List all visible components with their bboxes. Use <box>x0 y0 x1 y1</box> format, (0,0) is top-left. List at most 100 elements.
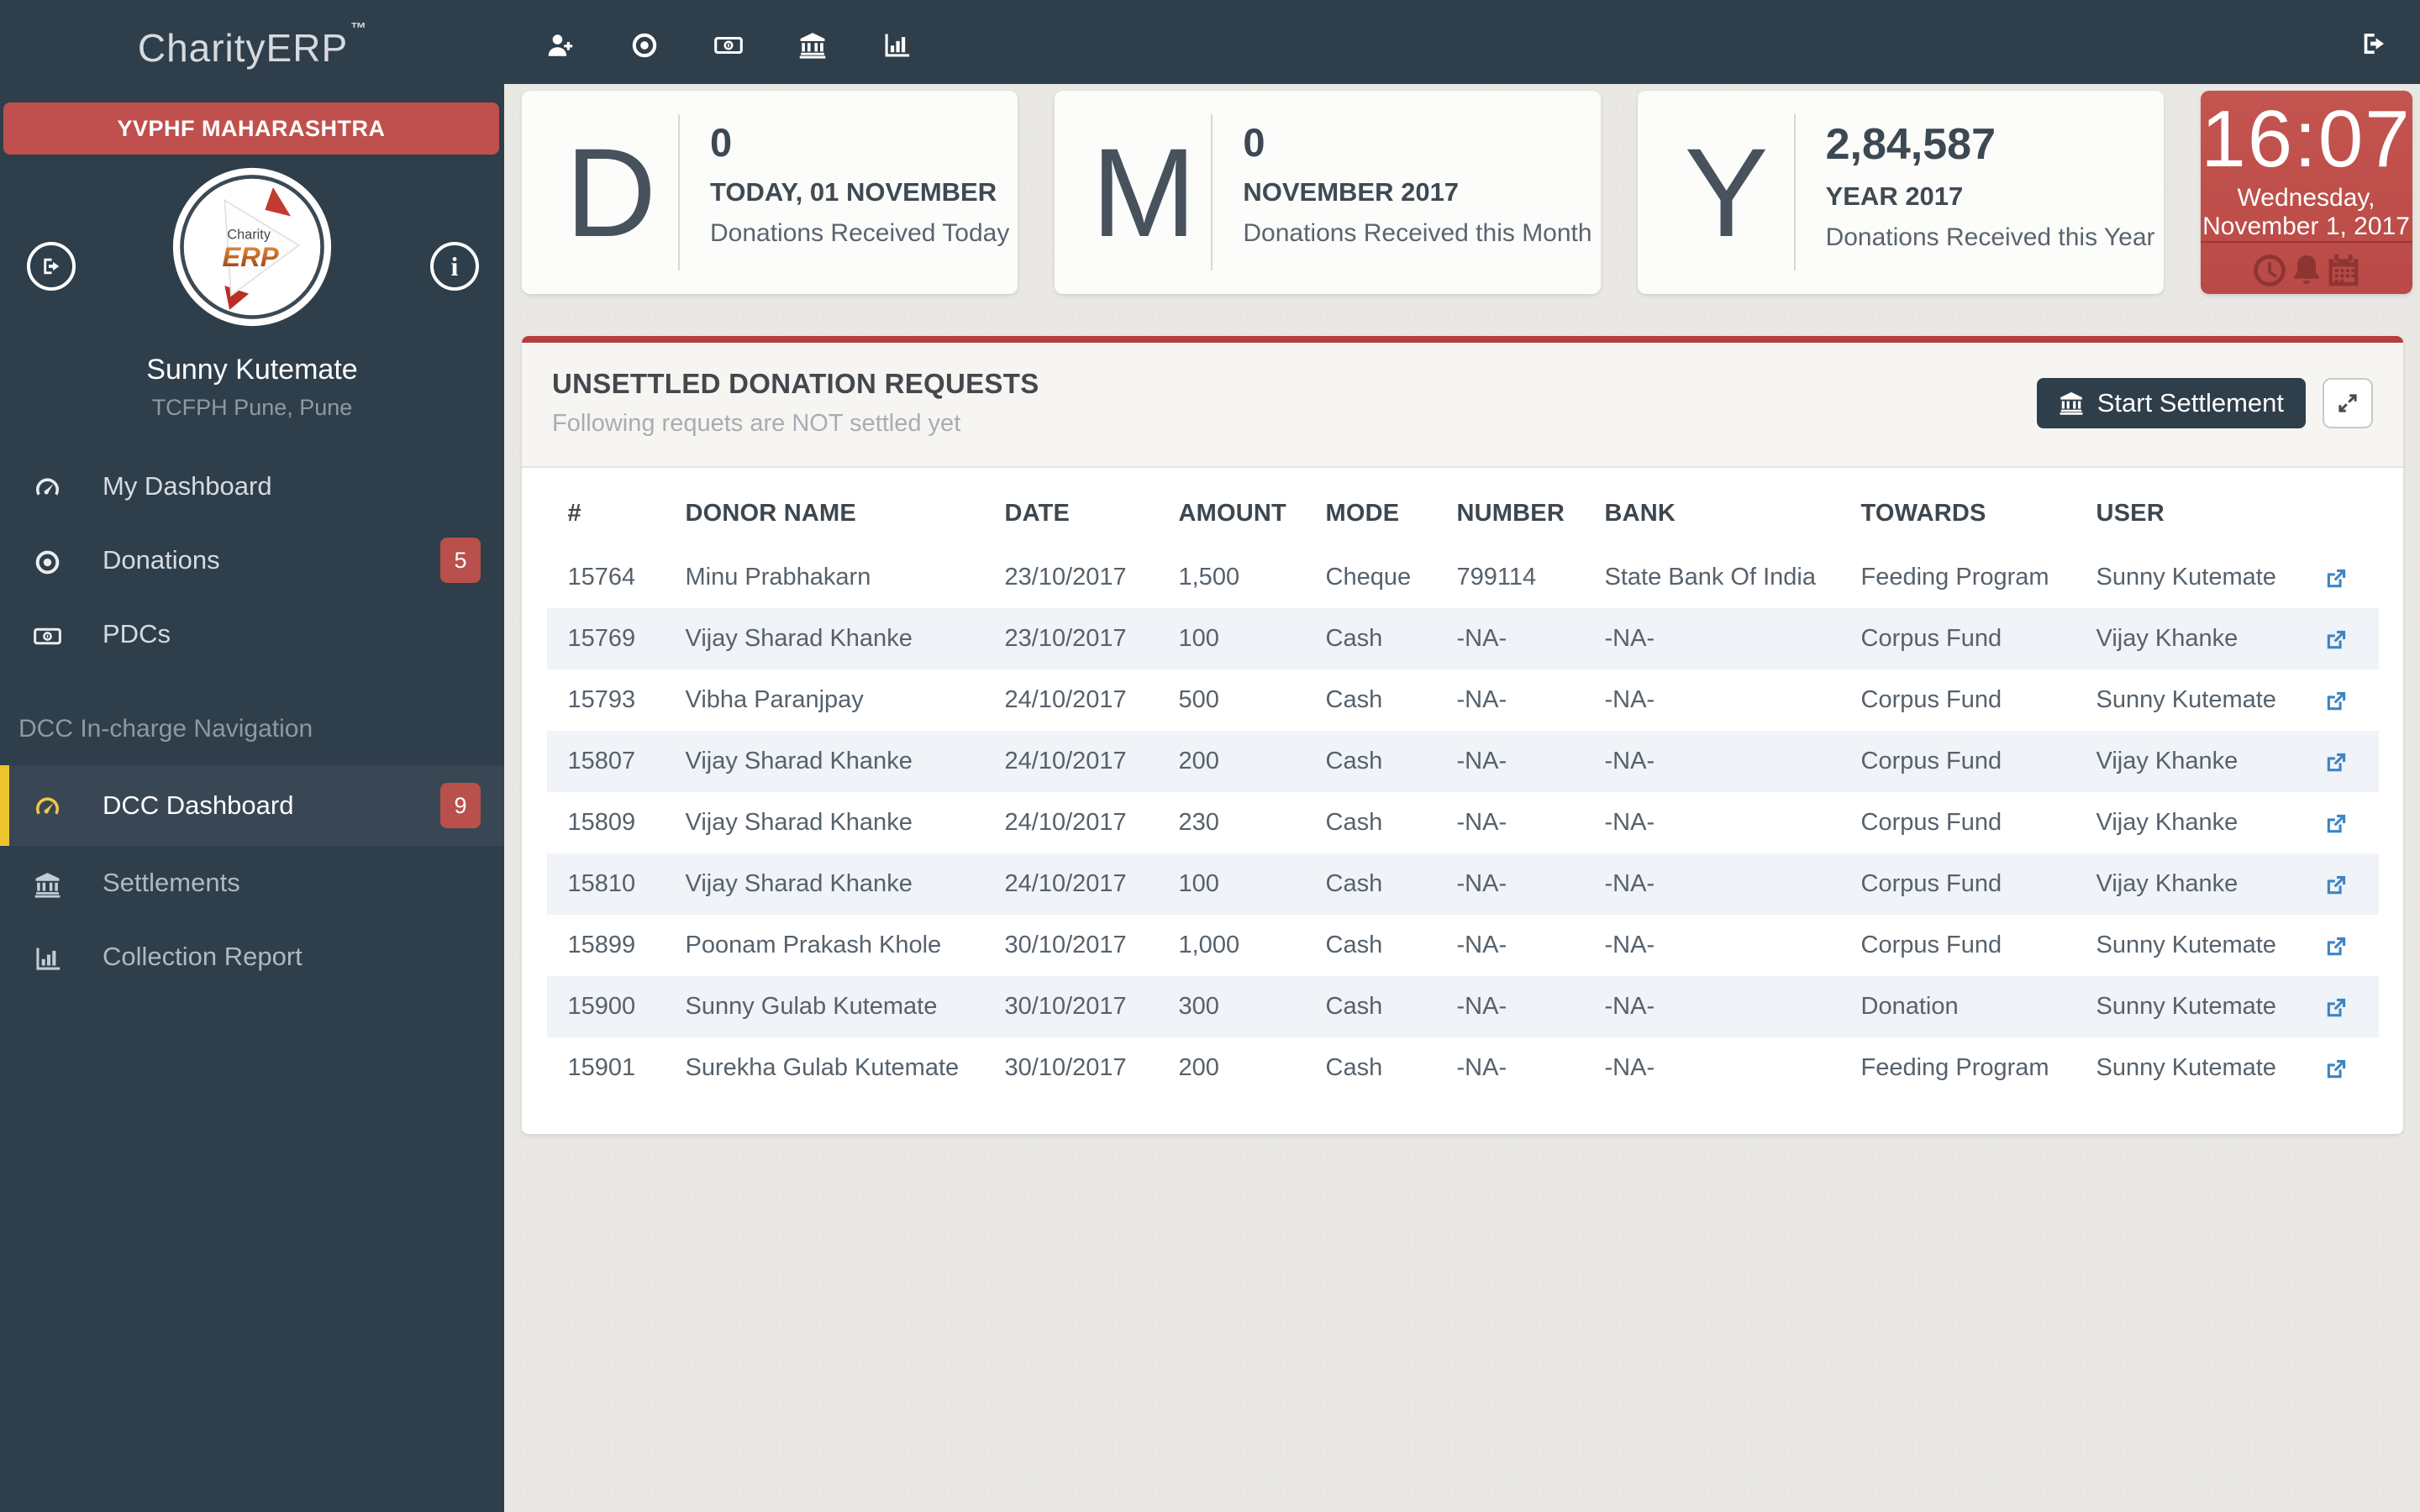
bar-chart-icon[interactable] <box>882 28 911 56</box>
clock-icon[interactable] <box>2251 247 2288 289</box>
column-header: MODE <box>1305 480 1436 547</box>
table-cell: 30/10/2017 <box>984 976 1158 1037</box>
table-row: 15809Vijay Sharad Khanke24/10/2017230Cas… <box>547 792 2379 853</box>
table-cell-actions <box>2302 731 2379 792</box>
table-cell: 1,000 <box>1158 915 1305 976</box>
dcc-count-badge: 9 <box>440 783 481 828</box>
bank-icon[interactable] <box>798 28 827 56</box>
app-logo: CharityERP ™ <box>0 13 504 71</box>
open-request-link[interactable] <box>2323 869 2349 899</box>
table-cell: 15809 <box>547 792 665 853</box>
table-cell: -NA- <box>1584 731 1840 792</box>
logout-button[interactable] <box>27 242 76 291</box>
table-cell: -NA- <box>1584 608 1840 669</box>
panel-title: UNSETTLED DONATION REQUESTS <box>552 368 1039 400</box>
open-request-link[interactable] <box>2323 685 2349 715</box>
table-cell: -NA- <box>1436 608 1584 669</box>
calendar-icon[interactable] <box>2325 247 2362 289</box>
money-icon[interactable] <box>714 28 743 56</box>
table-row: 15769Vijay Sharad Khanke23/10/2017100Cas… <box>547 608 2379 669</box>
table-cell: Corpus Fund <box>1840 853 2075 915</box>
table-cell: State Bank Of India <box>1584 547 1840 608</box>
circle-dot-icon[interactable] <box>630 28 659 56</box>
stat-subtitle: Donations Received this Year <box>1826 223 2155 252</box>
sidebar-item-settlements[interactable]: Settlements <box>0 846 504 920</box>
sidebar-item-collection-report[interactable]: Collection Report <box>0 920 504 994</box>
table-row: 15810Vijay Sharad Khanke24/10/2017100Cas… <box>547 853 2379 915</box>
table-cell: Vijay Sharad Khanke <box>665 853 984 915</box>
top-nav <box>504 28 911 56</box>
table-cell: -NA- <box>1584 915 1840 976</box>
table-cell: 799114 <box>1436 547 1584 608</box>
sidebar-item-dcc-dashboard[interactable]: DCC Dashboard 9 <box>0 765 504 846</box>
table-cell: 15900 <box>547 976 665 1037</box>
table-cell: 200 <box>1158 1037 1305 1099</box>
donations-count-badge: 5 <box>440 538 481 583</box>
stat-subtitle: Donations Received Today <box>710 219 1009 248</box>
table-cell: Vijay Sharad Khanke <box>665 608 984 669</box>
table-cell-actions <box>2302 669 2379 731</box>
sidebar-item-my-dashboard[interactable]: My Dashboard <box>0 449 504 523</box>
open-request-link[interactable] <box>2323 1053 2349 1083</box>
table-cell: Cash <box>1305 853 1436 915</box>
table-cell: Vijay Khanke <box>2075 853 2302 915</box>
table-cell: Cash <box>1305 669 1436 731</box>
stat-value: 0 <box>1243 119 1591 165</box>
external-link-icon <box>2323 689 2349 715</box>
table-row: 15900Sunny Gulab Kutemate30/10/2017300Ca… <box>547 976 2379 1037</box>
open-request-link[interactable] <box>2323 931 2349 960</box>
dashboard-icon <box>34 790 71 822</box>
unsettled-requests-panel: UNSETTLED DONATION REQUESTS Following re… <box>522 336 2403 1134</box>
stat-value: 0 <box>710 119 1009 165</box>
open-request-link[interactable] <box>2323 992 2349 1021</box>
info-icon: i <box>451 253 459 280</box>
table-cell: Feeding Program <box>1840 1037 2075 1099</box>
table-cell-actions <box>2302 608 2379 669</box>
table-cell: Corpus Fund <box>1840 915 2075 976</box>
table-cell: Vijay Khanke <box>2075 608 2302 669</box>
table-cell: Cash <box>1305 915 1436 976</box>
org-banner: YVPHF MAHARASHTRA <box>3 102 499 155</box>
external-link-icon <box>2323 873 2349 899</box>
sidebar-item-label: Donations <box>103 545 220 575</box>
table-cell: -NA- <box>1436 669 1584 731</box>
stat-letter: M <box>1076 129 1211 255</box>
table-cell: Corpus Fund <box>1840 792 2075 853</box>
table-cell-actions <box>2302 547 2379 608</box>
open-request-link[interactable] <box>2323 624 2349 654</box>
open-request-link[interactable] <box>2323 563 2349 592</box>
sidebar-item-label: Settlements <box>103 868 240 898</box>
open-request-link[interactable] <box>2323 747 2349 776</box>
external-link-icon <box>2323 750 2349 776</box>
column-header: TOWARDS <box>1840 480 2075 547</box>
table-cell: 15793 <box>547 669 665 731</box>
user-plus-icon[interactable] <box>546 28 575 56</box>
expand-panel-button[interactable] <box>2323 378 2373 428</box>
open-request-link[interactable] <box>2323 808 2349 837</box>
table-cell: -NA- <box>1584 976 1840 1037</box>
unsettled-requests-table: #DONOR NAMEDATEAMOUNTMODENUMBERBANKTOWAR… <box>547 480 2379 1099</box>
table-row: 15807Vijay Sharad Khanke24/10/2017200Cas… <box>547 731 2379 792</box>
table-cell: -NA- <box>1436 792 1584 853</box>
table-cell: Cash <box>1305 608 1436 669</box>
stat-card-today: D 0 TODAY, 01 NOVEMBER Donations Receive… <box>522 91 1018 294</box>
stat-card-year: Y 2,84,587 YEAR 2017 Donations Received … <box>1638 91 2164 294</box>
sidebar-item-donations[interactable]: Donations 5 <box>0 523 504 597</box>
clock-widget: 16:07 Wednesday, November 1, 2017 <box>2201 91 2412 294</box>
panel-header: UNSETTLED DONATION REQUESTS Following re… <box>522 343 2403 468</box>
table-cell: Poonam Prakash Khole <box>665 915 984 976</box>
column-header: DONOR NAME <box>665 480 984 547</box>
table-cell: 100 <box>1158 853 1305 915</box>
table-cell: Cash <box>1305 1037 1436 1099</box>
bell-icon[interactable] <box>2288 247 2325 289</box>
actions-column-header <box>2302 480 2379 547</box>
main-content: D 0 TODAY, 01 NOVEMBER Donations Receive… <box>504 84 2420 1134</box>
table-cell: Corpus Fund <box>1840 608 2075 669</box>
start-settlement-button[interactable]: Start Settlement <box>2037 378 2306 428</box>
sign-out-icon[interactable] <box>2360 26 2388 59</box>
info-button[interactable]: i <box>430 242 479 291</box>
table-cell: Cash <box>1305 731 1436 792</box>
table-cell: 30/10/2017 <box>984 915 1158 976</box>
sidebar-item-pdcs[interactable]: PDCs <box>0 597 504 671</box>
table-cell: Sunny Kutemate <box>2075 547 2302 608</box>
